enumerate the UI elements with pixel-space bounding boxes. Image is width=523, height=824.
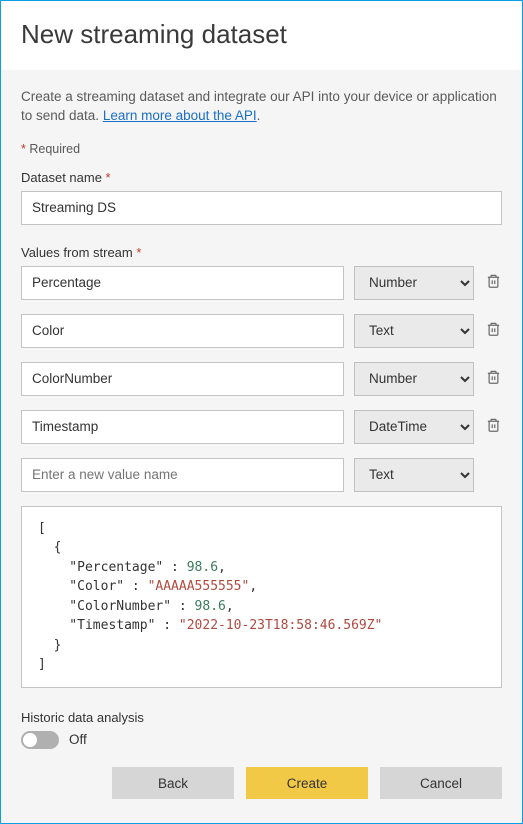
value-row: NumberTextDateTime	[21, 314, 502, 348]
dataset-name-label: Dataset name *	[21, 170, 502, 185]
historic-toggle[interactable]	[21, 731, 59, 749]
create-button[interactable]: Create	[246, 767, 368, 799]
value-type-select[interactable]: NumberTextDateTime	[354, 314, 474, 348]
trash-icon[interactable]	[486, 369, 501, 388]
value-name-input[interactable]	[21, 410, 344, 444]
historic-label: Historic data analysis	[21, 710, 502, 725]
new-value-name-input[interactable]	[21, 458, 344, 492]
value-row: NumberTextDateTime	[21, 362, 502, 396]
value-name-input[interactable]	[21, 266, 344, 300]
value-name-input[interactable]	[21, 314, 344, 348]
new-value-type-select[interactable]: NumberTextDateTime	[354, 458, 474, 492]
trash-icon[interactable]	[486, 273, 501, 292]
trash-icon[interactable]	[486, 417, 501, 436]
json-preview: [ { "Percentage" : 98.6, "Color" : "AAAA…	[21, 506, 502, 688]
value-name-input[interactable]	[21, 362, 344, 396]
value-type-select[interactable]: NumberTextDateTime	[354, 362, 474, 396]
value-type-select[interactable]: NumberTextDateTime	[354, 266, 474, 300]
new-value-row: NumberTextDateTime	[21, 458, 502, 492]
cancel-button[interactable]: Cancel	[380, 767, 502, 799]
value-type-select[interactable]: NumberTextDateTime	[354, 410, 474, 444]
description-text: Create a streaming dataset and integrate…	[21, 88, 502, 126]
value-row: NumberTextDateTime	[21, 266, 502, 300]
trash-icon[interactable]	[486, 321, 501, 340]
page-title: New streaming dataset	[21, 19, 502, 50]
learn-more-link[interactable]: Learn more about the API	[103, 108, 257, 123]
value-row: NumberTextDateTime	[21, 410, 502, 444]
historic-toggle-state: Off	[69, 732, 87, 747]
required-note: * Required	[21, 142, 502, 156]
values-from-stream-label: Values from stream *	[21, 245, 502, 260]
dataset-name-input[interactable]	[21, 191, 502, 225]
back-button[interactable]: Back	[112, 767, 234, 799]
